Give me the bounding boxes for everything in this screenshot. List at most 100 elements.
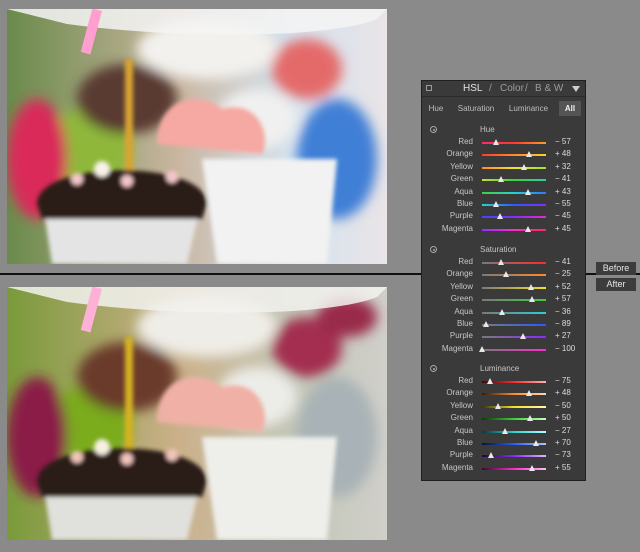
slider-thumb[interactable] [521,163,528,170]
slider-thumb[interactable] [528,464,535,471]
section-title: Saturation [480,245,517,254]
slider-value[interactable]: − 41 [555,256,571,268]
after-label: After [596,278,636,291]
slider-value[interactable]: + 52 [555,281,571,293]
slider-track[interactable] [482,390,546,397]
slider-thumb[interactable] [496,213,503,220]
slider-thumb[interactable] [533,440,540,446]
targeted-adjustment-icon[interactable] [430,365,437,372]
before-photo [7,9,387,264]
slider-thumb[interactable] [525,225,532,232]
slider-label: Yellow [450,161,473,171]
color-header-label[interactable]: Color [500,83,524,94]
slider-row: Yellow + 52 [422,281,585,293]
slider-label: Aqua [454,306,473,316]
slider-thumb[interactable] [519,333,526,340]
slider-thumb[interactable] [524,188,531,195]
slider-value[interactable]: + 70 [555,437,571,449]
panel-header[interactable]: HSL / Color / B & W [422,81,585,97]
slider-value[interactable]: − 25 [555,268,571,280]
slider-track[interactable] [482,201,546,207]
slider-track[interactable] [482,283,546,290]
slider-row: Aqua − 27 [422,425,585,437]
slider-thumb[interactable] [482,321,489,327]
slider-value[interactable]: + 48 [555,148,571,160]
slider-thumb[interactable] [526,390,533,397]
panel-grip-icon[interactable] [426,85,432,91]
slider-thumb[interactable] [479,345,485,352]
slider-track[interactable] [482,427,546,434]
hsl-header-label[interactable]: HSL [463,83,482,94]
slider-track[interactable] [482,296,546,303]
slider-thumb[interactable] [529,296,536,303]
slider-thumb[interactable] [497,176,504,183]
slider-track[interactable] [482,308,546,315]
slider-value[interactable]: + 32 [555,161,571,173]
slider-track[interactable] [479,345,546,352]
tab-hue[interactable]: Hue [426,101,446,116]
slider-track[interactable] [482,213,546,220]
slider-value[interactable]: − 50 [555,400,571,412]
slider-value[interactable]: + 55 [555,462,571,474]
slider-value[interactable]: − 100 [555,343,575,355]
bw-header-label[interactable]: B & W [535,83,563,94]
targeted-adjustment-icon[interactable] [430,126,437,133]
slider-row: Orange − 25 [422,268,585,280]
slider-value[interactable]: − 55 [555,198,571,210]
slider-thumb[interactable] [502,427,509,434]
slider-thumb[interactable] [503,271,509,278]
slider-value[interactable]: + 27 [555,330,571,342]
slider-thumb[interactable] [493,201,500,207]
slider-thumb[interactable] [527,415,533,422]
slider-value[interactable]: − 73 [555,449,571,461]
slider-thumb[interactable] [487,452,494,459]
slider-value[interactable]: + 43 [555,186,571,198]
slider-label: Yellow [450,400,473,410]
slider-track[interactable] [482,378,546,384]
slider-track[interactable] [482,440,546,446]
tab-luminance[interactable]: Luminance [506,101,551,116]
targeted-adjustment-icon[interactable] [430,246,437,253]
slider-value[interactable]: − 45 [555,210,571,222]
slider-thumb[interactable] [495,402,501,409]
slider-row: Magenta + 55 [422,462,585,474]
tab-saturation[interactable]: Saturation [456,101,496,116]
slider-thumb[interactable] [487,378,493,384]
slider-value[interactable]: − 75 [555,375,571,387]
slider-value[interactable]: + 57 [555,293,571,305]
slider-value[interactable]: − 27 [555,425,571,437]
slider-track[interactable] [482,225,546,232]
slider-thumb[interactable] [527,283,534,290]
slider-track[interactable] [482,139,546,145]
slider-value[interactable]: − 57 [555,136,571,148]
tab-all[interactable]: All [559,101,581,116]
slider-value[interactable]: − 41 [555,173,571,185]
slider-value[interactable]: + 48 [555,387,571,399]
slider-track[interactable] [482,163,546,170]
slider-label: Blue [456,438,473,447]
slider-value[interactable]: − 89 [555,318,571,330]
slider-track[interactable] [482,464,546,471]
slider-track[interactable] [482,333,546,340]
slider-track[interactable] [482,259,546,265]
slider-track[interactable] [482,176,546,183]
slider-value[interactable]: + 50 [555,412,571,424]
slider-track[interactable] [482,321,546,327]
slider-track[interactable] [482,188,546,195]
slider-thumb[interactable] [526,151,533,158]
slider-row: Purple − 73 [422,449,585,461]
slider-value[interactable]: + 45 [555,223,571,235]
slider-track[interactable] [482,415,546,422]
slider-label: Aqua [454,186,473,196]
slider-thumb[interactable] [497,259,504,265]
slider-track[interactable] [482,452,546,459]
slider-row: Blue − 89 [422,318,585,330]
slider-thumb[interactable] [499,308,506,315]
slider-thumb[interactable] [492,139,499,145]
slider-row: Aqua − 36 [422,306,585,318]
slider-track[interactable] [482,151,546,158]
slider-value[interactable]: − 36 [555,306,571,318]
slider-track[interactable] [482,271,546,278]
collapse-triangle-icon[interactable] [572,86,580,92]
slider-track[interactable] [482,402,546,409]
